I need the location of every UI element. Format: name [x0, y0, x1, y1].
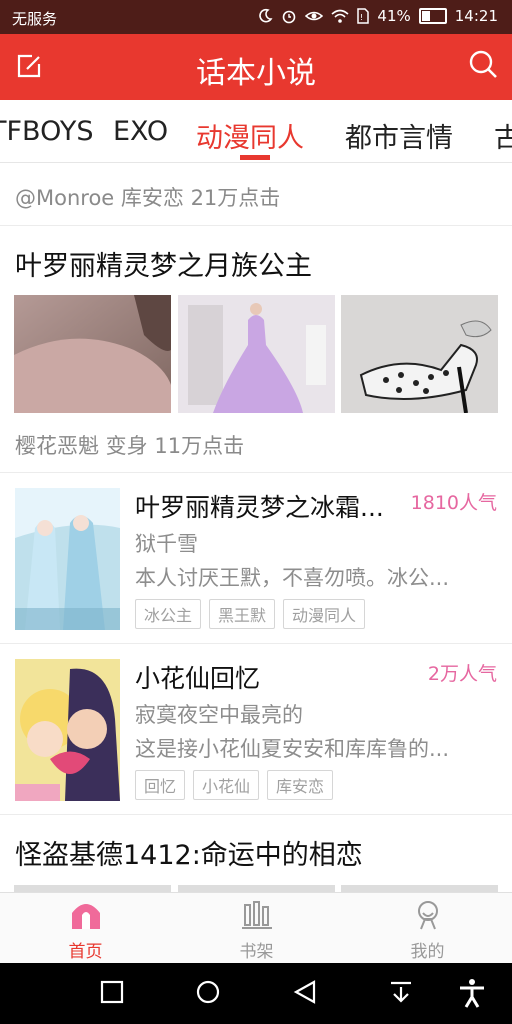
clock: 14:21 [454, 7, 498, 25]
book-author: 寂寞夜空中最亮的 [135, 703, 303, 727]
article-thumbnail [341, 885, 498, 892]
eye-icon [305, 11, 324, 21]
book-description: 这是接小花仙夏安安和库库鲁的... [135, 737, 450, 761]
battery-percent: 41% [377, 7, 411, 25]
wifi-icon [331, 9, 349, 23]
book-cover [15, 488, 120, 630]
carrier-text: 无服务 [12, 10, 58, 28]
active-tab-indicator [240, 155, 270, 160]
status-bar: 无服务 ! 41% 14:21 [0, 0, 512, 34]
tab-anime-fanfic[interactable]: 动漫同人 [196, 116, 304, 155]
popularity-count: 1810人气 [410, 492, 497, 514]
home-icon [72, 904, 100, 929]
svg-text:!: ! [360, 13, 363, 22]
book-title: 叶罗丽精灵梦之冰霜... [135, 493, 384, 522]
nav-label: 书架 [239, 942, 274, 962]
item-meta: @Monroe 库安恋 21万点击 [15, 186, 281, 210]
tag[interactable]: 回忆 [135, 770, 186, 800]
article-title: 叶罗丽精灵梦之月族公主 [15, 251, 312, 282]
square-icon[interactable] [100, 978, 124, 1006]
article-card[interactable]: 叶罗丽精灵梦之月族公主 樱花恶魁 变身 11万点击 [0, 226, 512, 472]
sim-icon: ! [357, 8, 370, 24]
book-card[interactable]: 小花仙回忆 2万人气 寂寞夜空中最亮的 这是接小花仙夏安安和库库鲁的... 回忆… [0, 644, 512, 814]
category-tabs: TFBOYS EXO 动漫同人 都市言情 古 [0, 100, 512, 163]
system-nav-bar [0, 963, 512, 1024]
tag[interactable]: 冰公主 [135, 599, 202, 629]
article-thumbnail [178, 885, 335, 892]
tag[interactable]: 动漫同人 [283, 599, 366, 629]
article-thumbnail [14, 885, 171, 892]
tag-list: 回忆 小花仙 库安恋 [135, 770, 334, 800]
book-author: 狱千雪 [135, 532, 198, 556]
book-cover [15, 659, 120, 801]
nav-label: 首页 [68, 942, 103, 962]
accessibility-icon[interactable] [458, 978, 486, 1008]
home-circle-icon[interactable] [195, 978, 221, 1006]
nav-bookshelf[interactable]: 书架 [171, 893, 342, 964]
profile-icon [418, 901, 438, 930]
nav-label: 我的 [410, 942, 445, 962]
article-meta: 樱花恶魁 变身 11万点击 [15, 434, 245, 458]
tag[interactable]: 黑王默 [209, 599, 276, 629]
bottom-nav: 首页 书架 我的 [0, 892, 512, 964]
app-header: 话本小说 [0, 34, 512, 100]
bookshelf-icon [242, 901, 272, 929]
article-thumbnail [14, 295, 171, 413]
article-thumbnail [341, 295, 498, 413]
tag[interactable]: 库安恋 [267, 770, 334, 800]
article-title: 怪盗基德1412:命运中的相恋 [15, 840, 363, 871]
popularity-count: 2万人气 [427, 663, 497, 685]
tag-list: 冰公主 黑王默 动漫同人 [135, 599, 366, 629]
nav-profile[interactable]: 我的 [342, 893, 512, 964]
book-title: 小花仙回忆 [135, 664, 261, 693]
book-description: 本人讨厌王默，不喜勿喷。冰公... [135, 566, 450, 590]
page-title: 话本小说 [196, 56, 316, 91]
story-feed[interactable]: @Monroe 库安恋 21万点击 叶罗丽精灵梦之月族公主 樱花恶魁 变身 11… [0, 162, 512, 892]
alarm-icon [283, 10, 296, 24]
battery-icon [418, 8, 447, 24]
tab-urban-romance[interactable]: 都市言情 [345, 116, 453, 155]
status-icons: ! 41% 14:21 [257, 7, 498, 25]
moon-icon [259, 8, 273, 23]
notification-pull-icon[interactable] [388, 978, 414, 1006]
tab-tfboys[interactable]: TFBOYS [0, 116, 93, 147]
tab-ancient[interactable]: 古 [494, 116, 512, 155]
article-card[interactable]: 怪盗基德1412:命运中的相恋 [0, 815, 512, 892]
tag[interactable]: 小花仙 [193, 770, 260, 800]
search-icon[interactable] [468, 49, 498, 79]
nav-home[interactable]: 首页 [0, 893, 171, 964]
article-thumbnail [178, 295, 335, 413]
back-triangle-icon[interactable] [292, 978, 318, 1006]
tab-exo[interactable]: EXO [113, 116, 168, 147]
book-card[interactable]: 叶罗丽精灵梦之冰霜... 1810人气 狱千雪 本人讨厌王默，不喜勿喷。冰公..… [0, 473, 512, 643]
